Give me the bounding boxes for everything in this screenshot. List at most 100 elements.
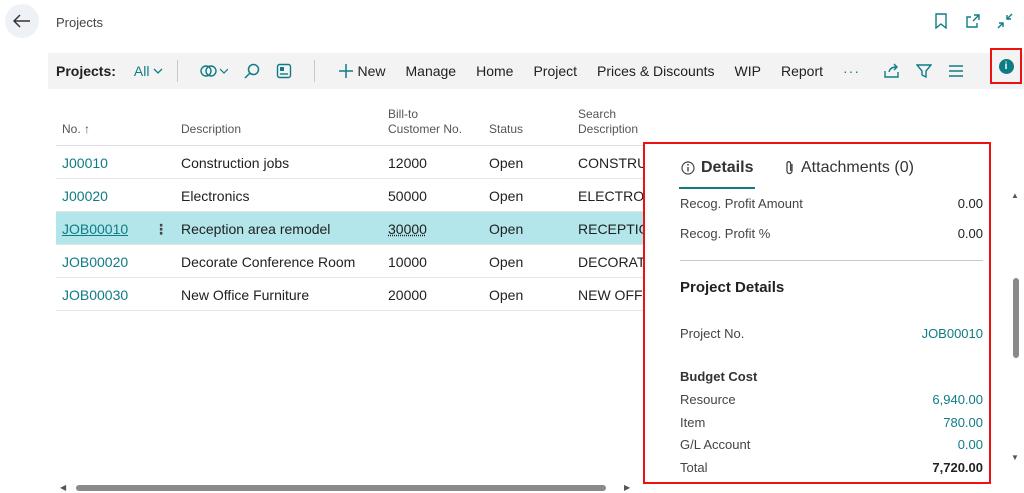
description-cell: Electronics [181,188,250,204]
tab-details[interactable]: Details [681,159,753,177]
more-options-button[interactable]: ··· [843,63,860,79]
bookmark-icon[interactable] [932,12,950,30]
home-menu[interactable]: Home [476,63,513,79]
factbox-pane: Details Attachments (0) Recog. Profit Am… [643,142,991,484]
table-row-selected[interactable]: JOB00010 ⋮ Reception area remodel 30000 … [56,212,646,245]
prices-discounts-menu[interactable]: Prices & Discounts [597,63,714,79]
info-icon: i [998,58,1014,74]
copilot-analyze-button[interactable] [200,63,229,79]
resource-row: Resource 6,940.00 [680,392,983,407]
status-cell: Open [489,254,524,270]
description-cell: New Office Furniture [181,287,310,303]
layout-icon [277,63,292,79]
table-row[interactable]: JOB00020 Decorate Conference Room 10000 … [56,245,646,278]
paperclip-icon [786,161,793,175]
separator [314,60,316,82]
field-label: Resource [680,392,736,407]
copilot-icon [200,65,229,77]
recog-profit-pct-row: Recog. Profit % 0.00 [680,226,983,241]
column-header-search-line2: Description [578,122,639,136]
scroll-down-icon[interactable]: ▼ [1011,453,1019,462]
field-value: 0.00 [957,226,983,241]
column-header-status[interactable]: Status [489,122,523,137]
budget-cost-heading: Budget Cost [680,369,758,384]
gl-account-value-link[interactable]: 0.00 [958,437,983,452]
column-header-bill-to[interactable]: Bill-to Customer No. [388,107,462,137]
vertical-scrollbar[interactable]: ▲ ▼ [1008,185,1022,490]
column-header-no[interactable]: No. ↑ [62,122,90,137]
wip-menu[interactable]: WIP [735,63,761,79]
project-no-link[interactable]: JOB00020 [62,254,128,270]
view-filter-label: All [133,63,150,79]
collapse-icon[interactable] [996,12,1014,30]
column-header-bill-to-line2: Customer No. [388,122,463,136]
row-actions-button[interactable]: ⋮ [154,221,168,238]
bill-to-cell: 20000 [388,287,427,303]
project-no-link[interactable]: J00010 [62,155,108,171]
horizontal-scrollbar[interactable]: ◀ ▶ [56,482,636,493]
project-no-link[interactable]: JOB00030 [62,287,128,303]
scroll-left-icon[interactable]: ◀ [60,483,66,492]
bill-to-cell: 10000 [388,254,427,270]
search-button[interactable] [244,63,260,79]
active-tab-indicator [679,187,755,189]
project-no-row: Project No. JOB00010 [680,326,983,341]
factbox-toggle-button[interactable]: i [990,48,1022,84]
list-view-button[interactable] [948,64,964,78]
plus-icon [339,64,354,78]
projects-table: No. ↑ Description Bill-to Customer No. S… [56,100,646,311]
field-label: Item [680,415,706,430]
bill-to-cell[interactable]: 30000 [388,221,427,237]
search-description-cell: CONSTRUCTION JOBS [578,155,646,171]
resource-value-link[interactable]: 6,940.00 [932,392,983,407]
filter-button[interactable] [916,63,932,79]
open-new-window-icon[interactable] [964,12,982,30]
scroll-thumb[interactable] [1013,278,1019,358]
scroll-right-icon[interactable]: ▶ [624,483,630,492]
project-no-link[interactable]: J00020 [62,188,108,204]
list-icon [949,65,963,77]
separator [177,60,179,82]
back-button[interactable] [5,4,39,38]
column-header-search-description[interactable]: Search Description [578,107,638,137]
scroll-up-icon[interactable]: ▲ [1011,191,1019,200]
table-row[interactable]: J00020 Electronics 50000 Open ELECTRONIC… [56,179,646,212]
report-menu[interactable]: Report [781,63,823,79]
manage-menu[interactable]: Manage [406,63,457,79]
field-label: Project No. [680,326,745,341]
description-cell: Decorate Conference Room [181,254,356,270]
gl-account-row: G/L Account 0.00 [680,437,983,452]
status-cell: Open [489,188,524,204]
new-button[interactable]: New [339,63,386,79]
arrow-left-icon [13,14,30,28]
table-row[interactable]: J00010 Construction jobs 12000 Open CONS… [56,146,646,179]
new-button-label: New [357,63,386,79]
section-title: Project Details [680,279,785,296]
bill-to-cell: 50000 [388,188,427,204]
view-filter-dropdown[interactable]: All [134,63,164,79]
description-cell: Reception area remodel [181,221,331,237]
tab-attachments[interactable]: Attachments (0) [785,159,914,177]
projects-label: Projects: [56,63,116,79]
factbox-tabs: Details Attachments (0) [645,144,989,190]
project-no-link[interactable]: JOB00010 [62,221,128,237]
search-description-cell: RECEPTION AREA REMODEL [578,221,646,237]
show-as-list-button[interactable] [276,63,292,79]
tab-details-label: Details [701,159,754,176]
project-menu[interactable]: Project [533,63,577,79]
column-header-bill-to-line1: Bill-to [388,107,419,121]
column-header-search-line1: Search [578,107,617,121]
search-description-cell: NEW OFFICE FURNITURE [578,287,646,303]
table-row[interactable]: JOB00030 New Office Furniture 20000 Open… [56,278,646,311]
item-row: Item 780.00 [680,415,983,430]
info-outline-icon [681,161,695,175]
project-no-value-link[interactable]: JOB00010 [922,326,983,341]
item-value-link[interactable]: 780.00 [943,415,983,430]
status-cell: Open [489,221,524,237]
chevron-down-icon [154,68,163,74]
column-header-description[interactable]: Description [181,122,241,137]
share-button[interactable] [884,63,900,79]
table-header: No. ↑ Description Bill-to Customer No. S… [56,100,646,146]
scroll-thumb[interactable] [76,485,606,491]
field-label: Total [680,460,708,475]
